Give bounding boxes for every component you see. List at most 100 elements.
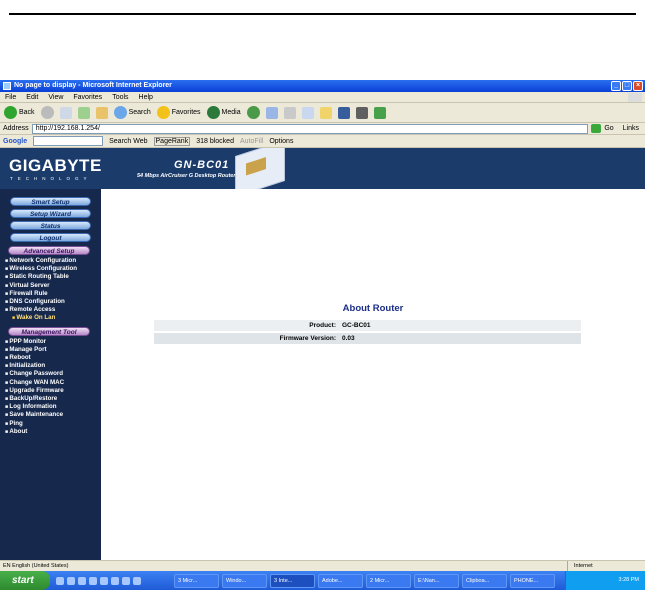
sidebar-item-wake-on-lan[interactable]: Wake On Lan: [0, 314, 101, 322]
logout-button[interactable]: Logout: [10, 233, 91, 242]
task-button[interactable]: Adobe...: [318, 573, 363, 588]
sidebar-item-change-password[interactable]: Change Password: [0, 370, 101, 378]
sidebar-item-log-information[interactable]: Log Information: [0, 403, 101, 411]
sidebar: Smart Setup Setup Wizard Status Logout A…: [0, 189, 101, 560]
menu-tools[interactable]: Tools: [112, 92, 128, 102]
pagerank-indicator: PageRank: [153, 136, 191, 146]
links-button[interactable]: Links: [623, 125, 639, 132]
go-arrow-icon[interactable]: [591, 124, 602, 133]
sidebar-item-backup-restore[interactable]: BackUp/Restore: [0, 395, 101, 403]
task-button[interactable]: Windo...: [222, 573, 267, 588]
main-panel: About Router Product: GC-BC01 Firmware V…: [101, 189, 645, 560]
word-icon[interactable]: [337, 106, 350, 119]
sidebar-item-about[interactable]: About: [0, 428, 101, 436]
popup-blocked-count[interactable]: 318 blocked: [196, 138, 234, 145]
google-search-input[interactable]: [33, 136, 104, 146]
task-button[interactable]: 3 Inte...: [270, 573, 315, 588]
search-button[interactable]: Search: [113, 106, 151, 119]
quick-launch-icon[interactable]: [67, 576, 75, 585]
history-icon[interactable]: [246, 106, 260, 119]
router-card-image: [235, 148, 285, 189]
task-buttons: 3 Micr... Windo... 3 Inte... Adobe... 2 …: [174, 573, 555, 588]
sidebar-item-ppp-monitor[interactable]: PPP Monitor: [0, 338, 101, 346]
print-icon[interactable]: [283, 106, 296, 119]
refresh-icon[interactable]: [77, 106, 90, 119]
language-indicator[interactable]: EN English (United States): [3, 561, 68, 571]
address-input[interactable]: http://192.168.1.254/: [31, 123, 589, 134]
title-bar[interactable]: No page to display - Microsoft Internet …: [0, 80, 645, 92]
mail-icon[interactable]: [265, 106, 278, 119]
task-button[interactable]: 2 Micr...: [366, 573, 411, 588]
sidebar-item-reboot[interactable]: Reboot: [0, 354, 101, 362]
options-button[interactable]: Options: [269, 138, 293, 145]
minimize-button[interactable]: _: [611, 81, 621, 91]
sidebar-item-ping[interactable]: Ping: [0, 420, 101, 428]
messenger-icon[interactable]: [355, 106, 368, 119]
firmware-label: Firmware Version:: [279, 335, 336, 342]
media-button[interactable]: Media: [206, 106, 241, 119]
google-toolbar: Google Search Web PageRank 318 blocked A…: [0, 135, 645, 148]
quick-launch-icon[interactable]: [89, 576, 97, 585]
sidebar-item-firewall-rule[interactable]: Firewall Rule: [0, 290, 101, 298]
smart-setup-button[interactable]: Smart Setup: [10, 197, 91, 206]
menu-edit[interactable]: Edit: [26, 92, 38, 102]
stop-icon[interactable]: [59, 106, 72, 119]
back-button[interactable]: Back: [4, 106, 35, 119]
clock[interactable]: 3:28 PM: [619, 577, 639, 583]
menu-view[interactable]: View: [48, 92, 63, 102]
router-header: GIGABYTE TECHNOLOGY GN-BC01 54 Mbps AirC…: [0, 148, 645, 189]
setup-wizard-button[interactable]: Setup Wizard: [10, 209, 91, 218]
menu-file[interactable]: File: [5, 92, 16, 102]
media-icon: [206, 106, 220, 119]
go-button[interactable]: Go: [604, 125, 613, 132]
quick-launch-icon[interactable]: [122, 576, 130, 585]
standard-toolbar: Back Search Favorites Media: [0, 103, 645, 123]
menu-favorites[interactable]: Favorites: [73, 92, 102, 102]
task-button[interactable]: E:\Nan...: [414, 573, 459, 588]
close-button[interactable]: ×: [633, 81, 643, 91]
search-icon: [113, 106, 127, 119]
favorites-button[interactable]: Favorites: [156, 106, 201, 119]
sidebar-item-wireless-configuration[interactable]: Wireless Configuration: [0, 265, 101, 273]
taskbar: start 3 Micr... Windo... 3 Inte... Adobe…: [0, 571, 645, 590]
sidebar-item-upgrade-firmware[interactable]: Upgrade Firmware: [0, 387, 101, 395]
star-icon: [156, 106, 170, 119]
product-label: Product:: [309, 322, 336, 329]
google-logo[interactable]: Google: [3, 138, 27, 145]
task-button[interactable]: Clipboa...: [462, 573, 507, 588]
advanced-setup-heading[interactable]: Advanced Setup: [8, 246, 90, 255]
start-button[interactable]: start: [0, 571, 50, 590]
people-icon[interactable]: [373, 106, 386, 119]
quick-launch-icon[interactable]: [100, 576, 108, 585]
sidebar-item-network-configuration[interactable]: Network Configuration: [0, 257, 101, 265]
quick-launch: [56, 576, 174, 585]
firmware-row: Firmware Version: 0.03: [154, 333, 581, 344]
status-button[interactable]: Status: [10, 221, 91, 230]
home-icon[interactable]: [95, 106, 108, 119]
forward-button[interactable]: [40, 106, 54, 119]
task-button[interactable]: PHONE...: [510, 573, 555, 588]
maximize-button[interactable]: □: [622, 81, 632, 91]
sidebar-item-save-maintenance[interactable]: Save Maintenance: [0, 411, 101, 419]
sidebar-item-remote-access[interactable]: Remote Access: [0, 306, 101, 314]
sidebar-item-dns-configuration[interactable]: DNS Configuration: [0, 298, 101, 306]
sidebar-item-manage-port[interactable]: Manage Port: [0, 346, 101, 354]
quick-launch-icon[interactable]: [78, 576, 86, 585]
sidebar-item-initialization[interactable]: Initialization: [0, 362, 101, 370]
quick-launch-icon[interactable]: [56, 576, 64, 585]
sidebar-item-static-routing-table[interactable]: Static Routing Table: [0, 273, 101, 281]
sidebar-item-change-wan-mac[interactable]: Change WAN MAC: [0, 379, 101, 387]
status-bar: EN English (United States) Internet: [0, 560, 645, 571]
folder-icon[interactable]: [319, 106, 332, 119]
edit-icon[interactable]: [301, 106, 314, 119]
menu-help[interactable]: Help: [139, 92, 153, 102]
search-web-button[interactable]: Search Web: [109, 138, 147, 145]
quick-launch-icon[interactable]: [133, 576, 141, 585]
quick-launch-icon[interactable]: [111, 576, 119, 585]
address-bar: Address http://192.168.1.254/ Go Links: [0, 123, 645, 135]
management-tool-heading[interactable]: Management Tool: [8, 326, 90, 336]
task-button[interactable]: 3 Micr...: [174, 573, 219, 588]
ie-icon: [3, 82, 11, 90]
autofill-button[interactable]: AutoFill: [240, 138, 263, 145]
sidebar-item-virtual-server[interactable]: Virtual Server: [0, 282, 101, 290]
